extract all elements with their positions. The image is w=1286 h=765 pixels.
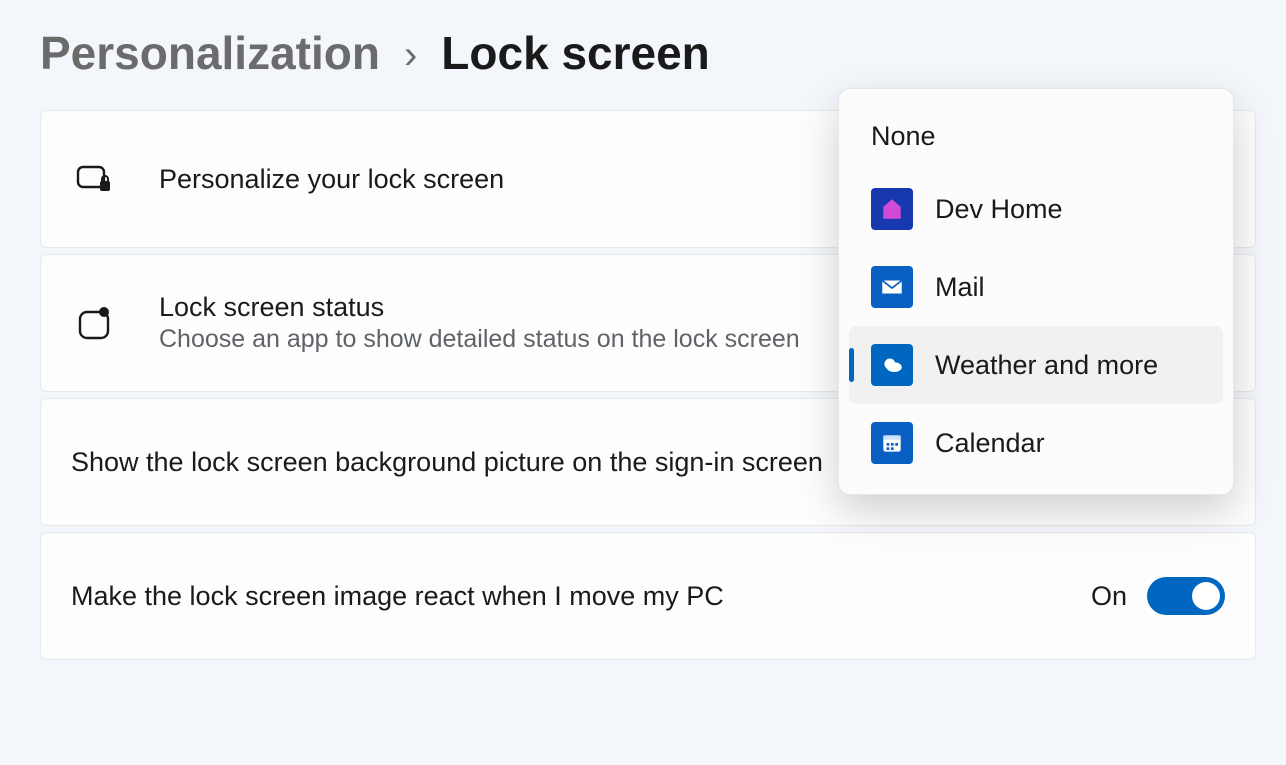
mail-icon xyxy=(871,266,913,308)
dropdown-item-mail[interactable]: Mail xyxy=(849,248,1223,326)
dropdown-item-dev-home[interactable]: Dev Home xyxy=(849,170,1223,248)
chevron-right-icon: › xyxy=(404,29,417,78)
dropdown-item-label: None xyxy=(871,121,936,152)
page-title: Lock screen xyxy=(441,26,709,80)
dropdown-item-label: Calendar xyxy=(935,428,1045,459)
status-app-dropdown: None Dev Home Mail Weather and more Cale… xyxy=(838,88,1234,495)
toggle-state-label: On xyxy=(1091,581,1127,612)
dropdown-item-calendar[interactable]: Calendar xyxy=(849,404,1223,482)
toggle-image-react[interactable] xyxy=(1147,577,1225,615)
breadcrumb: Personalization › Lock screen xyxy=(0,0,1286,90)
dropdown-item-label: Weather and more xyxy=(935,350,1158,381)
devhome-icon xyxy=(871,188,913,230)
status-icon xyxy=(71,303,119,343)
lock-screen-icon xyxy=(71,159,119,199)
row-title: Make the lock screen image react when I … xyxy=(71,581,1091,612)
weather-icon xyxy=(871,344,913,386)
toggle-knob xyxy=(1192,582,1220,610)
row-image-react: Make the lock screen image react when I … xyxy=(40,532,1256,660)
dropdown-item-weather[interactable]: Weather and more xyxy=(849,326,1223,404)
calendar-icon xyxy=(871,422,913,464)
breadcrumb-parent[interactable]: Personalization xyxy=(40,26,380,80)
dropdown-item-label: Mail xyxy=(935,272,985,303)
dropdown-item-none[interactable]: None xyxy=(849,103,1223,170)
dropdown-item-label: Dev Home xyxy=(935,194,1063,225)
